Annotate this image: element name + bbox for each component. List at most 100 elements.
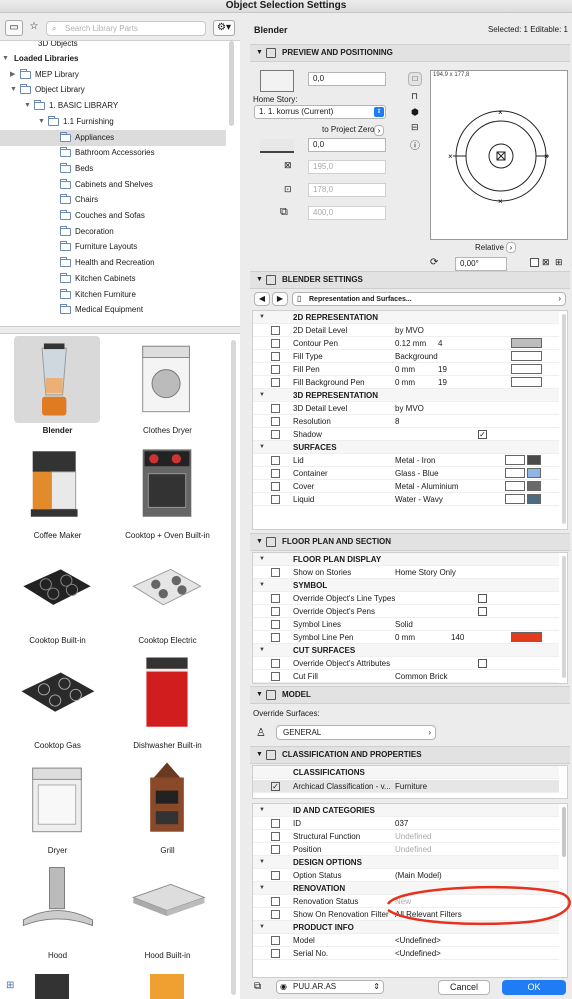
property-row[interactable]: ID 037 [253, 817, 559, 830]
gallery-item[interactable]: Cooktop Electric [110, 546, 210, 651]
chevron-down-icon[interactable]: ▼ [259, 579, 265, 592]
surface-color-swatch[interactable] [527, 468, 541, 478]
gallery-item[interactable]: Grill [110, 756, 210, 861]
relative-toggle[interactable]: › [506, 242, 516, 253]
properties-scrollbar[interactable] [562, 807, 566, 857]
ok-button[interactable]: OK [502, 980, 566, 995]
tree-item[interactable]: Decoration [0, 224, 226, 240]
tree-item[interactable]: ▶ MEP Library [0, 67, 226, 83]
surface-swatch[interactable] [505, 494, 525, 504]
tree-item[interactable]: ▼ 1. BASIC LIBRARY [0, 98, 226, 114]
property-row[interactable]: 2D Detail Level by MVO [253, 324, 559, 337]
plan-view-button[interactable]: □ [408, 72, 422, 86]
tree-item[interactable]: Appliances [0, 129, 226, 146]
property-group[interactable]: ▼ 3D REPRESENTATION [253, 389, 559, 402]
preview-canvas[interactable]: 194,9 x 177,8 × × × × [430, 70, 568, 240]
library-search-input[interactable]: ⌕ Search Library Parts [46, 21, 206, 36]
section-model[interactable]: ▼ MODEL [250, 686, 570, 704]
info-icon[interactable]: ⓘ [410, 137, 420, 152]
page-selector-dropdown[interactable]: ▯ Representation and Surfaces... › [292, 292, 566, 306]
chevron-down-icon[interactable]: ▼ [259, 311, 265, 324]
checkbox[interactable] [478, 594, 487, 603]
chevron-right-icon[interactable]: ▶ [10, 67, 15, 83]
property-group[interactable]: ▼ ID AND CATEGORIES [253, 804, 559, 817]
gallery-item-partial[interactable] [150, 974, 184, 999]
override-surfaces-select[interactable]: GENERAL › [276, 725, 436, 740]
property-group[interactable]: ▼ FLOOR PLAN DISPLAY [253, 553, 559, 566]
property-row[interactable]: Symbol Line Pen 0 mm 140 [253, 631, 559, 644]
layer-select[interactable]: ◉ PUU.AR.AS ⇕ [276, 980, 384, 994]
section-preview[interactable]: ▼ PREVIEW AND POSITIONING [250, 44, 570, 62]
tree-item[interactable]: Kitchen Furniture [0, 287, 226, 303]
tree-item[interactable]: Couches and Sofas [0, 208, 226, 224]
prev-page-button[interactable]: ◀ [254, 292, 270, 306]
property-row[interactable]: Container Glass - Blue [253, 467, 559, 480]
property-row[interactable]: Structural Function Undefined [253, 830, 559, 843]
gallery-item[interactable]: Coffee Maker [0, 441, 100, 546]
property-group[interactable]: ▼ CUT SURFACES [253, 644, 559, 657]
folder-view-button[interactable]: ▭ [5, 20, 23, 36]
elevation-field[interactable]: 0,0 [308, 72, 386, 86]
chevron-down-icon[interactable]: ▼ [2, 51, 9, 67]
surface-color-swatch[interactable] [527, 481, 541, 491]
property-row[interactable]: Shadow ✓ [253, 428, 559, 441]
tree-item[interactable]: Medical Equipment [0, 302, 226, 318]
property-group[interactable]: ▼ DESIGN OPTIONS [253, 856, 559, 869]
property-row[interactable]: Fill Pen 0 mm 19 [253, 363, 559, 376]
elevation-view-icon[interactable]: ⊟ [411, 122, 419, 133]
section-view-icon[interactable]: ⊓ [411, 91, 418, 102]
property-row[interactable]: Position Undefined [253, 843, 559, 856]
chevron-down-icon[interactable]: ▼ [24, 98, 31, 114]
property-row[interactable]: Fill Type Background [253, 350, 559, 363]
tree-item[interactable]: Health and Recreation [0, 255, 226, 271]
chevron-down-icon[interactable]: ▼ [259, 856, 265, 869]
chevron-down-icon[interactable]: ▼ [259, 644, 265, 657]
classification-row[interactable]: ✓ Archicad Classification - v... Furnitu… [253, 780, 559, 793]
library-manager-icon[interactable]: ⊞ [6, 980, 14, 991]
gallery-item[interactable]: Cooktop Built-in [0, 546, 100, 651]
gallery-item[interactable]: Dishwasher Built-in [110, 651, 210, 756]
pen-swatch[interactable] [511, 364, 542, 374]
3d-view-icon[interactable]: ⬢ [411, 107, 419, 118]
property-row[interactable]: Override Object's Pens [253, 605, 559, 618]
gallery-item[interactable]: Cooktop + Oven Built-in [110, 441, 210, 546]
favorites-button[interactable]: ☆ [25, 20, 43, 36]
section-classification[interactable]: ▼ CLASSIFICATION AND PROPERTIES [250, 746, 570, 764]
chevron-down-icon[interactable]: ▼ [259, 921, 265, 934]
chevron-down-icon[interactable]: ▼ [259, 389, 265, 402]
surface-color-swatch[interactable] [527, 494, 541, 504]
chevron-down-icon[interactable]: ▼ [259, 553, 265, 566]
surface-swatch[interactable] [505, 481, 525, 491]
gallery-item[interactable]: Hood [0, 861, 100, 966]
property-row[interactable]: Lid Metal - Iron [253, 454, 559, 467]
property-row[interactable]: Override Object's Line Types [253, 592, 559, 605]
property-row[interactable]: Cut Fill Common Brick [253, 670, 559, 683]
property-row[interactable]: 3D Detail Level by MVO [253, 402, 559, 415]
checkbox[interactable]: ✓ [478, 430, 487, 439]
floor-plan-scrollbar[interactable] [562, 556, 566, 678]
property-row[interactable]: Override Object's Attributes [253, 657, 559, 670]
tree-item[interactable]: Cabinets and Shelves [0, 177, 226, 193]
anchor-icon[interactable]: ⊠ [542, 257, 550, 268]
cancel-button[interactable]: Cancel [438, 980, 490, 995]
home-story-select[interactable]: 1. 1. korrus (Current) ⇕ [254, 105, 386, 119]
tree-item[interactable]: Furniture Layouts [0, 239, 226, 255]
property-row[interactable]: Serial No. <Undefined> [253, 947, 559, 960]
property-group[interactable]: ▼ 2D REPRESENTATION [253, 311, 559, 324]
checkbox[interactable] [478, 607, 487, 616]
tree-scrollbar[interactable] [229, 41, 234, 126]
property-row[interactable]: Symbol Lines Solid [253, 618, 559, 631]
gallery-item[interactable]: Hood Built-in [110, 861, 210, 966]
gallery-item[interactable]: Clothes Dryer [110, 336, 210, 441]
height-field[interactable]: 400,0 [308, 206, 386, 220]
property-row[interactable]: Cover Metal - Aluminium [253, 480, 559, 493]
classification-checkbox[interactable]: ✓ [271, 782, 280, 791]
gallery-item[interactable]: Dryer [0, 756, 100, 861]
chevron-down-icon[interactable]: ▼ [38, 114, 45, 130]
anchor-alt-icon[interactable]: ⊞ [555, 257, 563, 268]
property-row[interactable]: Resolution 8 [253, 415, 559, 428]
project-zero-field[interactable]: 0,0 [308, 138, 386, 152]
width-field[interactable]: 195,0 [308, 160, 386, 174]
property-row[interactable]: Liquid Water - Wavy [253, 493, 559, 506]
tree-item[interactable]: ▼ 1.1 Furnishing [0, 114, 226, 130]
